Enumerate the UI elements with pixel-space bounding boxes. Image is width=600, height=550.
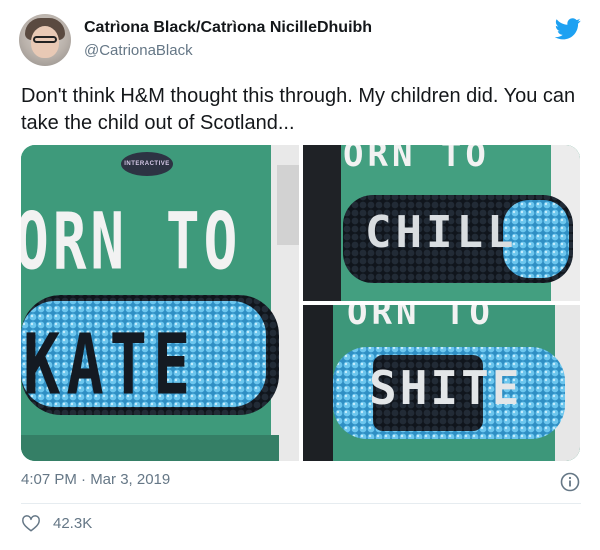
like-button[interactable]: 42.3K [21, 514, 92, 532]
photo-skate-image [21, 145, 299, 461]
info-icon[interactable] [560, 472, 580, 492]
twitter-bird-icon[interactable] [555, 18, 581, 40]
interactive-sticker: INTERACTIVE [121, 152, 173, 176]
tweet-timestamp[interactable]: 4:07 PM · Mar 3, 2019 [21, 471, 170, 488]
sequin-text: CHILL [365, 207, 518, 258]
photo-skate[interactable]: INTERACTIVE ORN TO KATE [21, 145, 299, 461]
photo-shite[interactable]: ORN TO SHITE [303, 305, 580, 461]
shirt-top-text: ORN TO [343, 145, 490, 175]
like-count: 42.3K [53, 514, 93, 532]
heart-icon [22, 515, 40, 532]
author-display-name[interactable]: Catrìona Black/Catrìona NicilleDhuibh [84, 19, 372, 37]
divider [21, 503, 581, 504]
shirt-top-text: ORN TO [347, 305, 494, 333]
avatar-glasses [33, 36, 57, 43]
sequin-text: SHITE [369, 361, 523, 415]
shirt-top-text: ORN TO [21, 197, 242, 288]
sequin-text: KATE [23, 315, 197, 414]
author-handle[interactable]: @CatrionaBlack [84, 42, 193, 59]
avatar[interactable] [19, 14, 71, 66]
photo-chill[interactable]: ORN TO CHILL [303, 145, 580, 301]
tweet-card: Catrìona Black/Catrìona NicilleDhuibh @C… [0, 0, 600, 550]
media-grid: INTERACTIVE ORN TO KATE ORN TO CHILL ORN… [21, 145, 580, 461]
tweet-text: Don't think H&M thought this through. My… [21, 85, 576, 134]
